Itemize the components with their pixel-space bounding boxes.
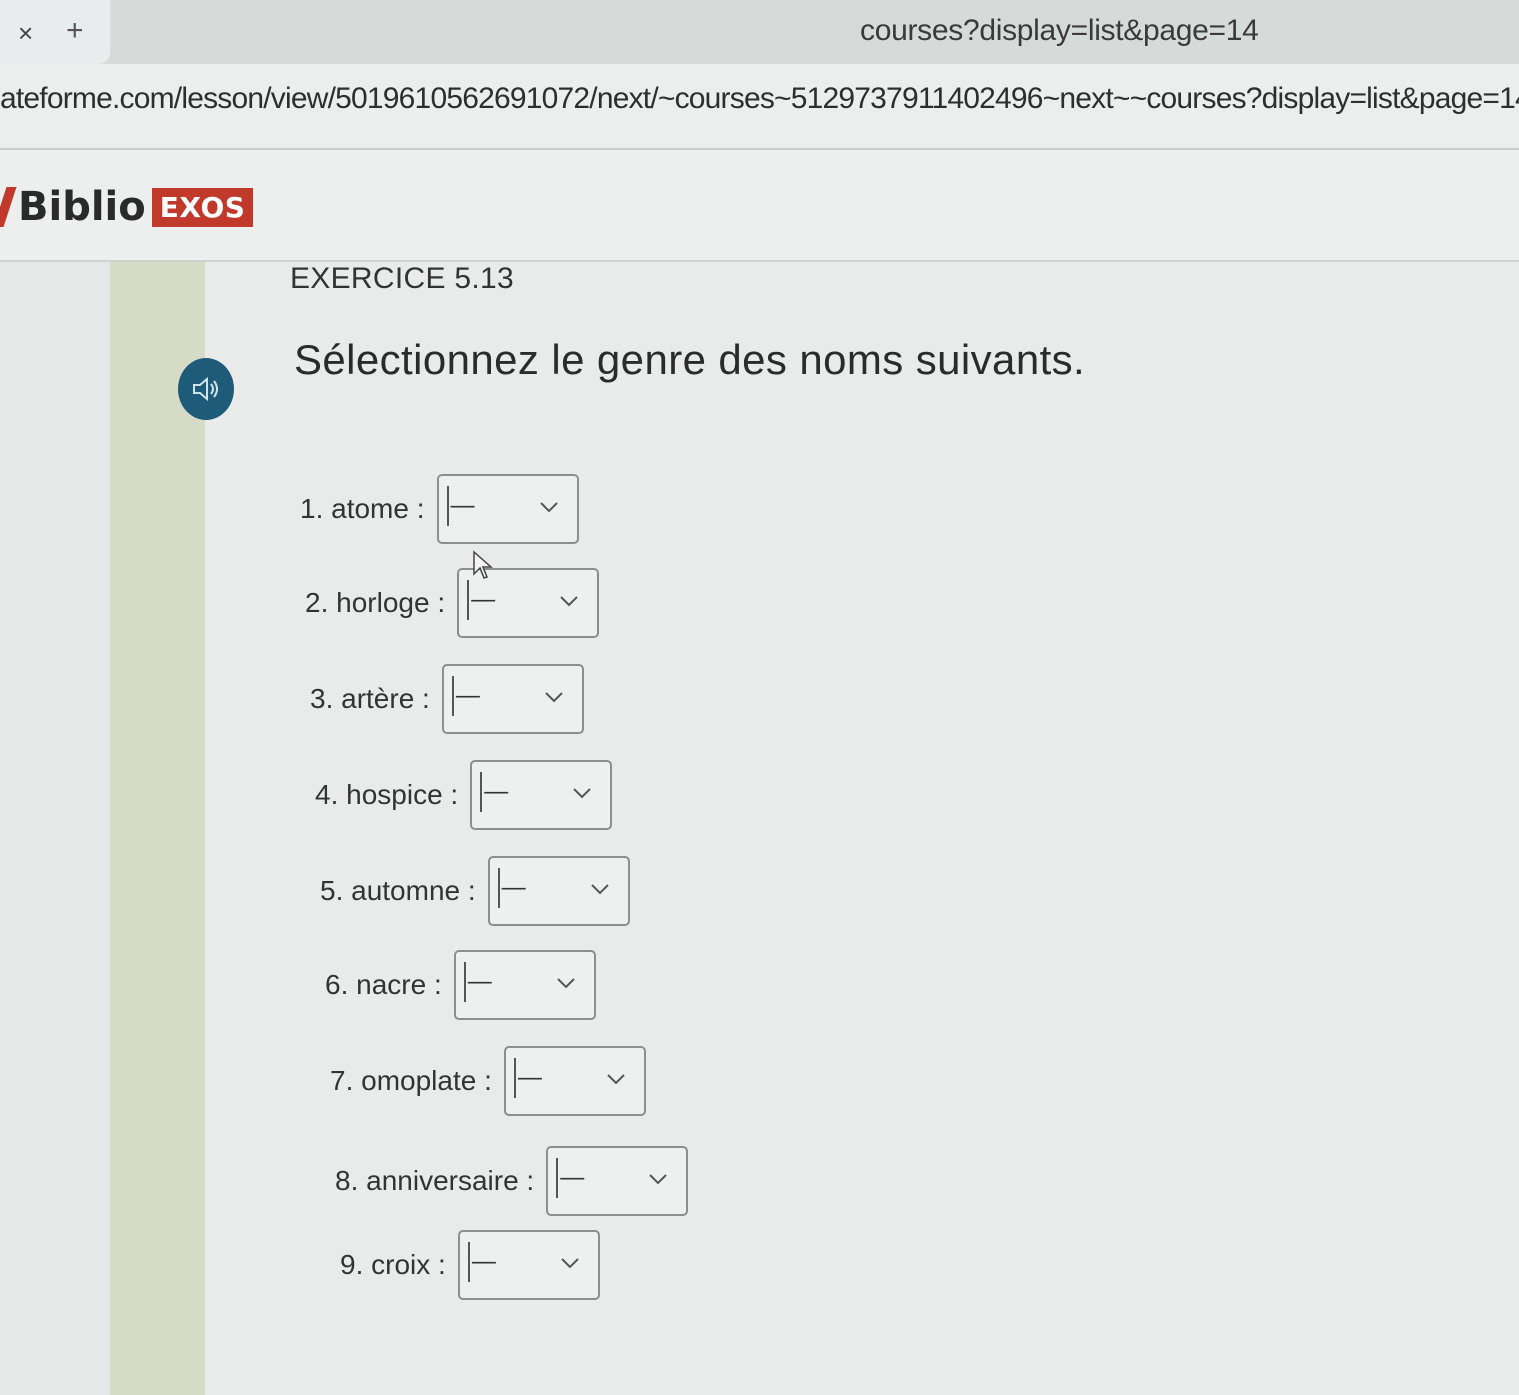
audio-button[interactable] — [178, 358, 234, 420]
gender-select[interactable]: — — [436, 474, 579, 544]
chevron-down-icon — [545, 692, 563, 703]
select-value: — — [467, 1242, 496, 1282]
chevron-down-icon — [539, 502, 558, 513]
gender-select[interactable]: — — [441, 664, 584, 734]
chevron-down-icon — [573, 788, 591, 799]
exercise-item: 6. nacre : — — [325, 950, 596, 1020]
logo-badge: EXOS — [151, 187, 254, 227]
chevron-down-icon — [649, 1174, 667, 1185]
site-logo[interactable]: Biblio EXOS — [0, 184, 254, 230]
gender-select[interactable]: — — [453, 950, 596, 1020]
instruction-text: Sélectionnez le genre des noms suivants. — [294, 336, 1086, 383]
item-label: 3. artère : — [310, 683, 430, 714]
item-label: 9. croix : — [340, 1249, 446, 1280]
logo-slash-mark — [0, 187, 17, 227]
item-label: 4. hospice : — [315, 779, 459, 810]
address-bar[interactable]: ateforme.com/lesson/view/501961056269107… — [0, 64, 1519, 150]
logo-word: Biblio — [18, 184, 146, 230]
item-label: 1. atome : — [300, 493, 425, 524]
gender-select[interactable]: — — [546, 1146, 689, 1216]
gender-select[interactable]: — — [470, 760, 613, 830]
browser-tab[interactable]: × + — [0, 0, 110, 64]
select-value: — — [497, 868, 526, 908]
left-margin — [0, 262, 110, 1395]
exercise-item: 9. croix : — — [340, 1230, 600, 1300]
select-value: — — [467, 580, 496, 620]
item-label: 2. horloge : — [305, 587, 446, 618]
exercise-item: 4. hospice : — — [315, 760, 613, 830]
exercise-item: 8. anniversaire : — — [335, 1146, 689, 1216]
item-label: 8. anniversaire : — [335, 1165, 535, 1196]
gender-select[interactable]: — — [457, 1230, 600, 1300]
chevron-down-icon — [590, 884, 609, 895]
site-header: Biblio EXOS — [0, 150, 1519, 262]
new-tab-icon[interactable]: + — [66, 16, 84, 46]
tab-url-text: courses?display=list&page=14 — [860, 14, 1259, 47]
select-value: — — [513, 1058, 542, 1098]
mouse-cursor-icon — [473, 550, 493, 579]
select-value: — — [556, 1158, 585, 1198]
item-label: 6. nacre : — [325, 969, 442, 1000]
left-rail — [110, 262, 205, 1395]
address-url[interactable]: ateforme.com/lesson/view/501961056269107… — [0, 82, 1519, 116]
close-tab-icon[interactable]: × — [18, 20, 33, 46]
chevron-down-icon — [560, 596, 578, 607]
exercise-item: 3. artère : — — [310, 664, 584, 734]
speaker-icon — [193, 376, 218, 402]
gender-select[interactable]: — — [503, 1046, 646, 1116]
select-value: — — [446, 486, 475, 526]
exercise-item: 2. horloge : — — [305, 568, 600, 638]
select-value: — — [451, 676, 480, 716]
chevron-down-icon — [561, 1258, 579, 1269]
item-label: 7. omoplate : — [330, 1065, 492, 1096]
chevron-down-icon — [557, 978, 575, 989]
exercise-number: EXERCICE 5.13 — [290, 262, 514, 295]
exercise-item: 5. automne : — — [320, 856, 630, 926]
chevron-down-icon — [607, 1074, 625, 1085]
exercise-item: 7. omoplate : — — [330, 1046, 646, 1116]
browser-tab-strip: × + courses?display=list&page=14 — [0, 0, 1519, 64]
select-value: — — [480, 772, 509, 812]
exercise-item: 1. atome : — — [300, 474, 579, 544]
gender-select[interactable]: — — [487, 856, 630, 926]
select-value: — — [463, 962, 492, 1002]
item-label: 5. automne : — [320, 875, 476, 906]
